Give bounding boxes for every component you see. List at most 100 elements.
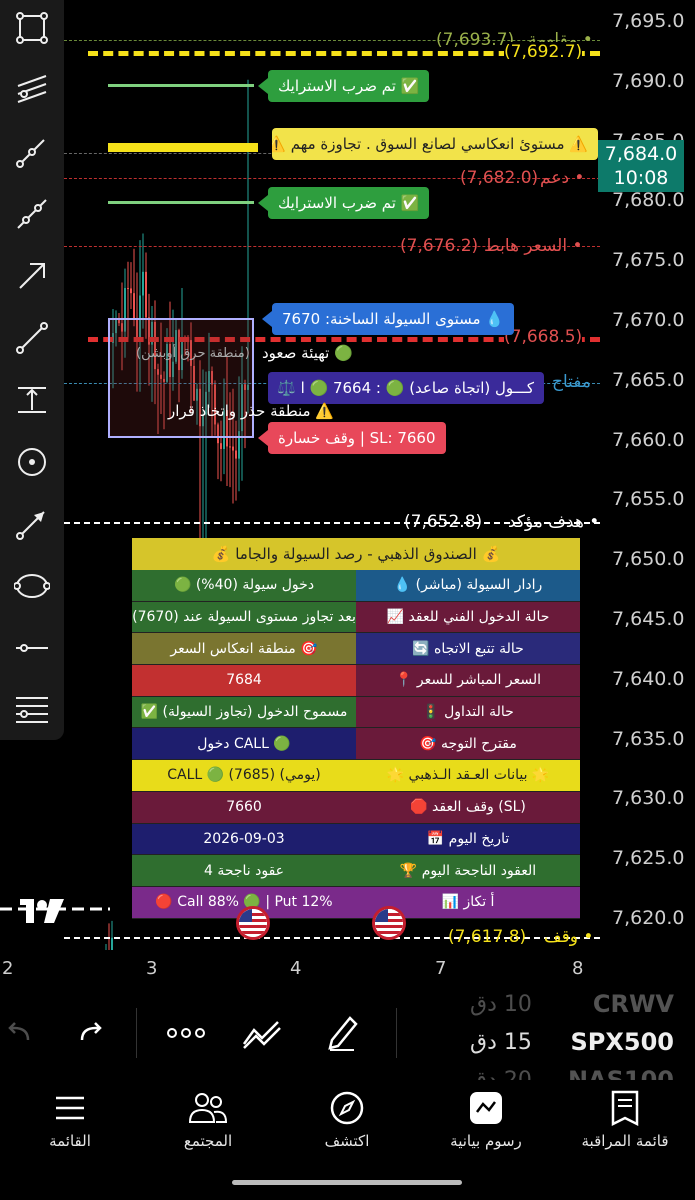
nav-watchlist[interactable]: قائمة المراقبة bbox=[565, 1090, 685, 1150]
table-cell-label: مقترح التوجه 🎯 bbox=[356, 728, 580, 760]
time-tick: 2 bbox=[2, 958, 14, 979]
line-segment-icon bbox=[16, 322, 48, 354]
trading-app: مقاومة • (7,693.7) (7,692.7) (7,682.0) د… bbox=[0, 0, 695, 1200]
nav-community-label: المجتمع bbox=[183, 1132, 233, 1150]
falling-value: (7,676.2) bbox=[400, 236, 479, 256]
chart-area[interactable]: مقاومة • (7,693.7) (7,692.7) (7,682.0) د… bbox=[0, 0, 600, 950]
draw-button[interactable] bbox=[324, 1012, 360, 1052]
ray-tool[interactable] bbox=[0, 186, 64, 242]
price-tick: 7,690.0 bbox=[612, 69, 685, 92]
fib-levels-icon bbox=[16, 697, 48, 723]
us-flag-icon[interactable] bbox=[372, 906, 406, 940]
redo-button[interactable] bbox=[76, 1018, 106, 1048]
table-cell-label: 🌟 بيانات العـقد الـذهبي 🌟 bbox=[356, 760, 580, 791]
undo-icon bbox=[8, 1022, 30, 1041]
price-tick: 7,620.0 bbox=[612, 907, 685, 929]
table-cell-value: عقود ناجحة 4 bbox=[132, 855, 356, 886]
fib-levels-tool[interactable] bbox=[0, 682, 64, 738]
table-cell-label: (SL) وقف العقد 🛑 bbox=[356, 791, 580, 823]
price-tick: 7,670.0 bbox=[612, 309, 685, 331]
candle-body bbox=[133, 293, 135, 319]
price-range-tool[interactable] bbox=[0, 372, 64, 428]
reversal-yellow-bar bbox=[108, 143, 258, 152]
price-tick: 7,665.0 bbox=[612, 368, 685, 391]
table-row: دخول سيولة (40%) 🟢 رادار السيولة (مباشر) … bbox=[132, 570, 580, 602]
price-tick: 7,640.0 bbox=[612, 667, 685, 690]
confirmed-target-label: هدف مؤكد • bbox=[508, 512, 600, 532]
menu-icon bbox=[56, 1096, 84, 1120]
indicators-button[interactable] bbox=[242, 1016, 282, 1050]
more-options-button[interactable] bbox=[166, 1024, 206, 1042]
arrow-icon bbox=[19, 263, 45, 289]
red-level-value: (7,668.5) bbox=[504, 327, 583, 347]
time-axis[interactable]: 2 3 4 7 8 bbox=[0, 950, 600, 990]
stop-value: (7,617.8) bbox=[448, 927, 527, 947]
support-value: (7,682.0) bbox=[460, 168, 539, 188]
candle-body bbox=[142, 271, 144, 296]
price-tick: 7,650.0 bbox=[612, 548, 685, 571]
call-balance-badge: كـــول (اتجاة صاعد) 🟢 : 7664 🟢 ا ⚖️ bbox=[268, 372, 544, 404]
table-cell-label: السعر المباشر للسعر 📍 bbox=[356, 665, 580, 696]
table-cell-value: (يومي) (7685) 🟢 CALL bbox=[132, 760, 356, 791]
line-segment-tool[interactable] bbox=[0, 310, 64, 366]
table-row: مسموح الدخول (تجاوز السيولة) ✅ حالة التدا… bbox=[132, 696, 580, 729]
current-price-tag: 7,684.0 10:08 bbox=[598, 140, 684, 192]
us-flag-icon[interactable] bbox=[236, 906, 270, 940]
golden-box-table: 💰 الصندوق الذهبي - رصد السيولة والجاما 💰… bbox=[132, 538, 580, 919]
symbol-interval: 10 دق bbox=[470, 992, 532, 1017]
nav-watchlist-label: قائمة المراقبة bbox=[581, 1132, 669, 1150]
price-range-icon bbox=[18, 387, 46, 413]
pointer-arrow-tool[interactable] bbox=[0, 496, 64, 552]
nav-explore-label: اكتشف bbox=[324, 1132, 370, 1150]
divider bbox=[136, 1008, 137, 1058]
candle-body bbox=[232, 446, 234, 451]
price-tick: 7,675.0 bbox=[612, 249, 685, 272]
drawing-toolbar bbox=[0, 0, 64, 740]
support-label: دعم • bbox=[540, 168, 585, 188]
table-row: 🎯 منطقة انعكاس السعر حالة تتبع الاتجاه 🔄 bbox=[132, 633, 580, 666]
strike-line-1 bbox=[108, 84, 254, 87]
symbol-interval: 15 دق bbox=[470, 1030, 532, 1055]
candle-body bbox=[235, 450, 237, 459]
tradingview-logo-icon bbox=[0, 899, 110, 923]
price-tick: 7,635.0 bbox=[612, 727, 685, 750]
price-tick: 7,695.0 bbox=[612, 10, 685, 32]
table-cell-label: حالة التداول 🚦 bbox=[356, 696, 580, 728]
arrow-tool[interactable] bbox=[0, 248, 64, 304]
undo-button[interactable] bbox=[4, 1018, 34, 1048]
table-row: 🟢 CALL دخول مقترح التوجه 🎯 bbox=[132, 728, 580, 761]
trendline-tool[interactable] bbox=[0, 124, 64, 180]
price-tick: 7,680.0 bbox=[612, 189, 685, 212]
table-row: Call 88% 🟢 | Put 12% 🔴 أ تكاز 📊 bbox=[132, 886, 580, 919]
symbol-row[interactable]: 15 دق SPX500 bbox=[470, 1026, 690, 1062]
price-tick: 7,625.0 bbox=[612, 847, 685, 870]
rectangle-tool[interactable] bbox=[0, 0, 64, 56]
table-cell-value: بعد تجاوز مستوى السيولة عند (7670) bbox=[132, 601, 356, 633]
symbol-row[interactable]: 10 دق CRWV bbox=[470, 988, 690, 1024]
nav-menu[interactable]: القائمة bbox=[10, 1090, 130, 1150]
table-cell-label: رادار السيولة (مباشر) 💧 bbox=[356, 570, 580, 601]
nav-explore[interactable]: اكتشف bbox=[287, 1090, 407, 1150]
chart-icon bbox=[470, 1092, 502, 1124]
nav-charts[interactable]: رسوم بيانية bbox=[426, 1090, 546, 1150]
pointer-arrow-icon bbox=[16, 511, 45, 540]
circle-icon bbox=[18, 448, 46, 476]
pitchfork-tool[interactable] bbox=[0, 62, 64, 118]
stop-loss-badge: وقف خسارة | SL: 7660 bbox=[258, 422, 446, 454]
horizontal-line-tool[interactable] bbox=[0, 620, 64, 676]
circle-tool[interactable] bbox=[0, 434, 64, 490]
strike-hit-badge-2: تم ضرب الاسترايك ✅ bbox=[257, 187, 430, 219]
falling-label: السعر هابط • bbox=[484, 236, 583, 256]
ellipse-tool[interactable] bbox=[0, 558, 64, 614]
table-cell-label: حالة تتبع الاتجاه 🔄 bbox=[356, 633, 580, 665]
table-row: 7684 السعر المباشر للسعر 📍 bbox=[132, 665, 580, 697]
nav-community[interactable]: المجتمع bbox=[148, 1090, 268, 1150]
candle-body bbox=[145, 271, 147, 318]
table-cell-value: مسموح الدخول (تجاوز السيولة) ✅ bbox=[132, 696, 356, 728]
symbol-name: SPX500 bbox=[570, 1028, 674, 1056]
table-cell-label: حالة الدخول الفني للعقد 📈 bbox=[356, 601, 580, 633]
table-cell-value: دخول سيولة (40%) 🟢 bbox=[132, 570, 356, 601]
strike-hit-badge-1: تم ضرب الاسترايك ✅ bbox=[257, 70, 430, 102]
divider bbox=[396, 1008, 397, 1058]
caution-zone-text: منطقة حذر واتخاذ قرار ⚠️ bbox=[168, 402, 335, 420]
